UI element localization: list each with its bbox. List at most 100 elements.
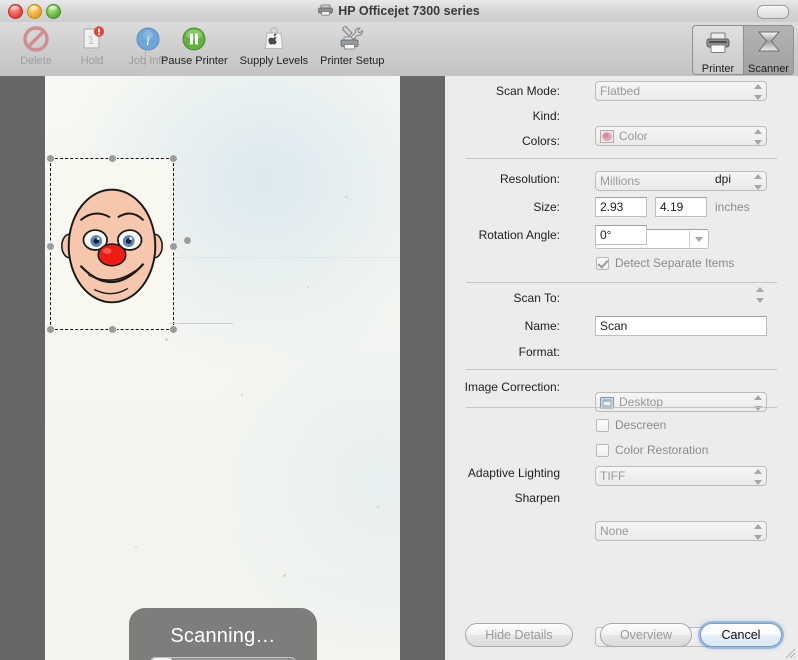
svg-text:i: i xyxy=(146,34,150,49)
toolbar-label-supply-levels: Supply Levels xyxy=(239,55,309,67)
kind-value: Color xyxy=(619,129,648,143)
scan-settings-panel: Scan Mode: Flatbed Kind: Color Colors: M… xyxy=(445,76,798,660)
hide-details-button[interactable]: Hide Details xyxy=(465,623,573,647)
chevron-down-icon[interactable] xyxy=(689,231,707,247)
toolbar-printer-group: Pause Printer Supply Levels Printer Setu… xyxy=(155,24,390,74)
toolbar-button-supply-levels[interactable]: Supply Levels xyxy=(234,24,315,74)
toolbar-separator xyxy=(145,30,146,68)
cancel-label: Cancel xyxy=(721,628,761,642)
toolbar-button-delete[interactable]: Delete xyxy=(8,24,64,74)
label-adaptive-lighting: Adaptive Lighting xyxy=(467,466,560,480)
color-restoration-label: Color Restoration xyxy=(615,443,709,457)
toolbar-button-hold[interactable]: 1 Hold xyxy=(64,24,120,74)
cancel-button[interactable]: Cancel xyxy=(700,623,782,647)
overview-button[interactable]: Overview xyxy=(600,623,692,647)
checkbox-icon xyxy=(596,443,609,457)
label-rotation-angle: Rotation Angle: xyxy=(478,228,560,242)
rotation-angle-value: 0° xyxy=(600,228,612,242)
toolbar-label-hold: Hold xyxy=(80,55,104,67)
scanning-status-label: Scanning… xyxy=(170,624,276,647)
selection-axis-line xyxy=(169,323,233,324)
segment-label-scanner: Scanner xyxy=(748,63,789,75)
chevron-updown-icon xyxy=(753,469,762,485)
scan-to-popup[interactable]: Desktop xyxy=(595,392,767,412)
segment-label-printer: Printer xyxy=(701,63,735,75)
supply-levels-icon xyxy=(260,24,288,54)
label-colors: Colors: xyxy=(521,134,560,148)
segment-scanner[interactable]: Scanner xyxy=(743,26,793,74)
divider-2 xyxy=(466,282,777,283)
image-correction-value: None xyxy=(600,524,629,538)
label-resolution: Resolution: xyxy=(499,172,560,186)
label-sharpen: Sharpen xyxy=(514,491,560,505)
printer-icon xyxy=(703,29,733,62)
label-scan-to: Scan To: xyxy=(513,291,560,305)
chevron-updown-icon xyxy=(753,395,762,411)
scan-mode-value: Flatbed xyxy=(600,84,641,98)
label-format: Format: xyxy=(518,345,560,359)
checkbox-icon xyxy=(596,418,609,432)
size-width-value: 2.93 xyxy=(600,200,624,214)
selection-handle-middle-right[interactable] xyxy=(169,242,178,251)
scanner-icon xyxy=(754,29,784,62)
chevron-updown-icon xyxy=(753,174,762,190)
descreen-label: Descreen xyxy=(615,418,667,432)
detect-separate-items-checkbox[interactable]: Detect Separate Items xyxy=(596,256,734,270)
scan-progress-bar xyxy=(150,656,296,660)
divider-4 xyxy=(466,407,777,408)
overview-label: Overview xyxy=(619,628,673,642)
toolbar-toggle-button[interactable] xyxy=(757,5,789,19)
delete-icon xyxy=(22,24,50,54)
hide-details-label: Hide Details xyxy=(485,628,553,642)
resize-grip[interactable] xyxy=(784,646,796,659)
toolbar-button-pause-printer[interactable]: Pause Printer xyxy=(155,24,234,74)
format-value: TIFF xyxy=(600,469,626,483)
toolbar-job-group: Delete 1 Hold i Job Info xyxy=(8,24,176,74)
toolbar-button-printer-setup[interactable]: Printer Setup xyxy=(314,24,390,74)
name-value: Scan xyxy=(600,319,628,333)
scan-selection-marquee[interactable] xyxy=(46,154,233,334)
segment-printer[interactable]: Printer xyxy=(693,26,743,74)
label-kind: Kind: xyxy=(532,109,560,123)
selection-handle-middle-left[interactable] xyxy=(46,242,55,251)
detect-separate-items-label: Detect Separate Items xyxy=(615,256,735,270)
format-popup[interactable]: TIFF xyxy=(595,466,767,486)
label-size: Size: xyxy=(533,200,560,214)
name-field[interactable]: Scan xyxy=(595,316,767,336)
selection-handle-bottom-center[interactable] xyxy=(108,325,117,334)
size-unit-stepper[interactable] xyxy=(755,287,764,303)
selection-handle-bottom-left[interactable] xyxy=(46,325,55,334)
pause-printer-icon xyxy=(180,24,208,54)
size-width-field[interactable]: 2.93 xyxy=(595,197,647,217)
selection-handle-top-center[interactable] xyxy=(108,154,117,163)
svg-text:1: 1 xyxy=(88,33,95,47)
label-scan-mode: Scan Mode: xyxy=(495,84,560,98)
toolbar: Delete 1 Hold i Job Info Pause Printer S… xyxy=(0,22,798,77)
window-title: HP Officejet 7300 series xyxy=(338,4,480,18)
printer-setup-icon xyxy=(337,24,367,54)
size-height-field[interactable]: 4.19 xyxy=(655,197,707,217)
scan-mode-popup[interactable]: Flatbed xyxy=(595,81,767,101)
color-restoration-checkbox[interactable]: Color Restoration xyxy=(596,443,708,457)
selection-rotation-handle[interactable] xyxy=(183,236,192,245)
image-correction-popup[interactable]: None xyxy=(595,521,767,541)
divider-3 xyxy=(466,369,777,370)
label-name: Name: xyxy=(524,319,560,333)
colors-popup[interactable]: Millions xyxy=(595,171,767,191)
scan-preview-area[interactable]: Scanning… xyxy=(0,76,445,660)
device-mode-segmented-control: Printer Scanner xyxy=(692,25,794,75)
selection-handle-bottom-right[interactable] xyxy=(169,325,178,334)
selection-handle-top-right[interactable] xyxy=(169,154,178,163)
selection-handle-top-left[interactable] xyxy=(46,154,55,163)
rotation-angle-field[interactable]: 0° xyxy=(595,225,647,245)
descreen-checkbox[interactable]: Descreen xyxy=(596,418,666,432)
kind-popup[interactable]: Color xyxy=(595,126,767,146)
toolbar-label-delete: Delete xyxy=(20,55,52,67)
scanning-progress-overlay: Scanning… xyxy=(129,608,317,660)
label-resolution-unit: dpi xyxy=(715,172,732,186)
printer-icon xyxy=(318,4,334,19)
label-size-unit: inches xyxy=(715,200,750,214)
scanned-image-clown-face xyxy=(51,159,173,329)
color-swatch-icon xyxy=(600,129,614,143)
chevron-updown-icon xyxy=(753,129,762,145)
